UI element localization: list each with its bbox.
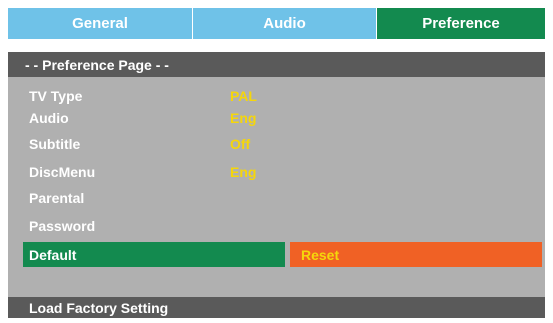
- setting-value: Eng: [230, 164, 257, 180]
- tab-general[interactable]: General: [8, 8, 192, 39]
- setting-label: Password: [29, 218, 96, 234]
- tab-preference[interactable]: Preference: [376, 8, 545, 39]
- setting-label: TV Type: [29, 88, 83, 104]
- settings-panel: TV Type PAL Audio Eng Subtitle Off DiscM…: [8, 77, 545, 297]
- tab-bar: General Audio Preference: [8, 8, 545, 39]
- default-item[interactable]: Default: [23, 242, 285, 267]
- tab-audio[interactable]: Audio: [192, 8, 376, 39]
- setting-value: Off: [230, 136, 251, 152]
- tab-separator: [8, 39, 545, 52]
- osd-menu: General Audio Preference - - Preference …: [8, 8, 545, 318]
- setting-label: DiscMenu: [29, 164, 96, 180]
- help-text: Load Factory Setting: [8, 297, 545, 318]
- setting-value: Eng: [230, 110, 257, 126]
- setting-value: PAL: [230, 88, 257, 104]
- page-title: - - Preference Page - -: [8, 52, 545, 77]
- setting-label: Parental: [29, 190, 85, 206]
- setting-label: Subtitle: [29, 136, 81, 152]
- reset-option[interactable]: Reset: [290, 242, 542, 267]
- setting-label: Audio: [29, 110, 69, 126]
